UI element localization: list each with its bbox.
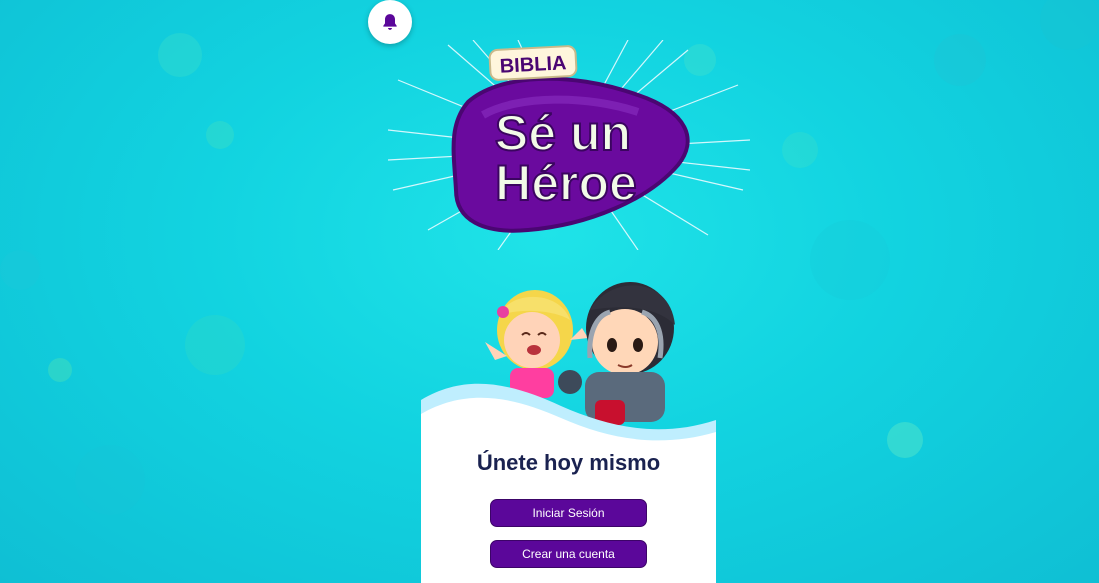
logo-line1: Sé un — [495, 105, 631, 161]
logo-top-word: BIBLIA — [499, 52, 567, 77]
logo-line2: Héroe — [495, 155, 637, 211]
create-account-button[interactable]: Crear una cuenta — [490, 540, 647, 568]
login-button[interactable]: Iniciar Sesión — [490, 499, 647, 527]
signup-card: Únete hoy mismo Iniciar Sesión Crear una… — [421, 378, 716, 583]
app-logo: BIBLIA Sé un Héroe — [388, 40, 750, 250]
bell-icon — [383, 14, 397, 30]
signup-title: Únete hoy mismo — [476, 450, 661, 475]
notification-button[interactable] — [368, 0, 412, 44]
